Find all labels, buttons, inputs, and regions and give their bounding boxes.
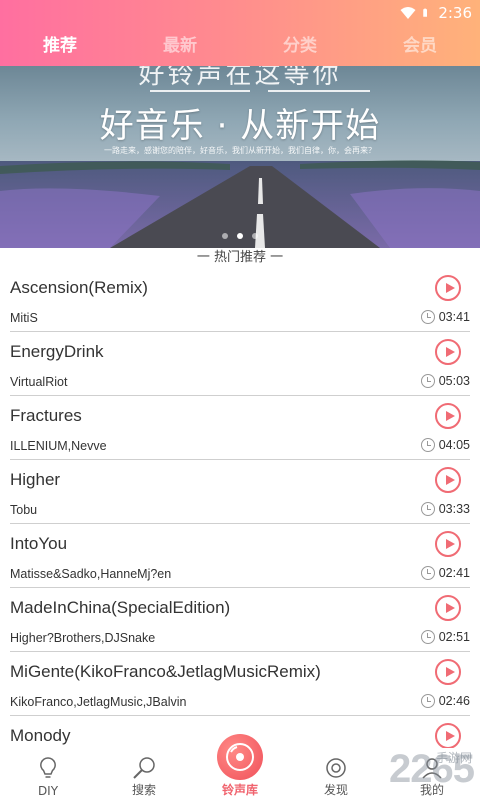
clock-icon: [420, 566, 435, 580]
play-button[interactable]: [435, 467, 461, 493]
play-button[interactable]: [435, 723, 461, 749]
watermark-logo: 2265 手游网: [389, 747, 475, 792]
duration-text: 03:41: [438, 310, 470, 324]
status-bar: 2:36: [0, 0, 480, 26]
carousel-dot-active[interactable]: [237, 233, 243, 239]
song-artist: Matisse&Sadko,HanneMj?en: [10, 567, 172, 581]
lightbulb-icon: [40, 757, 56, 778]
list-item[interactable]: MadeInChina(SpecialEdition) Higher?Broth…: [0, 588, 480, 652]
banner-top-text: 好铃声在这等你: [138, 66, 342, 90]
duration: 05:03: [420, 374, 470, 388]
play-button[interactable]: [435, 595, 461, 621]
duration-text: 03:33: [438, 502, 470, 516]
carousel-dot[interactable]: [252, 233, 258, 239]
duration: 02:46: [420, 694, 470, 708]
list-item[interactable]: Ascension(Remix) MitiS 03:41: [0, 268, 480, 332]
song-title: IntoYou: [10, 534, 68, 553]
status-time: 2:36: [438, 4, 472, 22]
nav-label: 发现: [323, 783, 348, 797]
song-artist: ILLENIUM,Nevve: [10, 439, 107, 453]
song-title: Ascension(Remix): [10, 278, 148, 297]
section-title-hot: 一 热门推荐 一: [196, 250, 284, 265]
banner-carousel[interactable]: 好铃声在这等你 好音乐 · 从新开始 一路走来，感谢您的陪伴，好音乐，我们从新开…: [0, 66, 480, 248]
song-title: Higher: [10, 470, 61, 489]
list-item[interactable]: Fractures ILLENIUM,Nevve 04:05: [0, 396, 480, 460]
carousel-indicator: [0, 233, 480, 239]
list-item[interactable]: EnergyDrink VirtualRiot 05:03: [0, 332, 480, 396]
duration: 03:33: [420, 502, 470, 516]
duration-text: 04:05: [438, 438, 470, 452]
song-title: Monody: [10, 726, 71, 745]
song-title: MiGente(KikoFranco&JetlagMusicRemix): [10, 662, 321, 681]
play-button[interactable]: [435, 531, 461, 557]
song-artist: Higher?Brothers,DJSnake: [10, 631, 156, 645]
banner-landscape-image: [0, 160, 480, 248]
nav-label: 铃声库: [221, 783, 258, 797]
duration-text: 02:41: [438, 566, 470, 580]
duration: 03:41: [420, 310, 470, 324]
duration: 04:05: [420, 438, 470, 452]
nav-item-diy[interactable]: DIY: [0, 748, 96, 800]
play-button[interactable]: [435, 403, 461, 429]
tab-category[interactable]: 分类: [240, 30, 360, 64]
search-icon: [133, 757, 155, 779]
duration-text: 02:46: [438, 694, 470, 708]
clock-icon: [420, 374, 435, 388]
duration-text: 02:51: [438, 630, 470, 644]
discover-icon: [326, 758, 346, 778]
watermark-sub: 手游网: [435, 751, 472, 765]
play-button[interactable]: [435, 659, 461, 685]
play-button[interactable]: [435, 339, 461, 365]
list-item[interactable]: Higher Tobu 03:33: [0, 460, 480, 524]
song-title: Fractures: [10, 406, 82, 425]
list-item[interactable]: IntoYou Matisse&Sadko,HanneMj?en 02:41: [0, 524, 480, 588]
banner-subtext: 一路走来，感谢您的陪伴，好音乐，我们从新开始，我们自律，你，会再来？: [104, 146, 376, 155]
nav-label: 搜索: [131, 783, 156, 797]
song-artist: VirtualRiot: [10, 375, 68, 389]
nav-item-search[interactable]: 搜索: [96, 748, 192, 800]
clock-icon: [420, 310, 435, 324]
header: 2:36 推荐 最新 分类 会员: [0, 0, 480, 68]
nav-label: DIY: [37, 784, 59, 798]
nav-item-discover[interactable]: 发现: [288, 748, 384, 800]
song-artist: Tobu: [10, 503, 38, 517]
banner-title: 好音乐 · 从新开始: [99, 106, 381, 146]
song-list: Ascension(Remix) MitiS 03:41 EnergyDrink…: [0, 268, 480, 780]
status-right: 2:36: [400, 3, 472, 23]
nav-item-ringtone-library[interactable]: 铃声库: [192, 734, 288, 800]
song-title: MadeInChina(SpecialEdition): [10, 598, 231, 617]
clock-icon: [420, 438, 435, 452]
play-button[interactable]: [435, 275, 461, 301]
wifi-icon: [400, 7, 416, 19]
banner-line-left: [150, 90, 250, 92]
disc-icon: [217, 734, 263, 780]
carousel-dot[interactable]: [222, 233, 228, 239]
song-artist: MitiS: [10, 311, 38, 325]
clock-icon: [420, 502, 435, 516]
clock-icon: [420, 630, 435, 644]
duration: 02:51: [420, 630, 470, 644]
song-artist: KikoFranco,JetlagMusic,JBalvin: [10, 695, 187, 709]
battery-icon: [423, 8, 428, 17]
banner-line-right: [268, 90, 370, 92]
duration-text: 05:03: [438, 374, 470, 388]
tab-latest[interactable]: 最新: [120, 30, 240, 64]
clock-icon: [420, 694, 435, 708]
tab-recommend[interactable]: 推荐: [0, 30, 120, 64]
duration: 02:41: [420, 566, 470, 580]
tab-vip[interactable]: 会员: [360, 30, 480, 64]
list-item[interactable]: MiGente(KikoFranco&JetlagMusicRemix) Kik…: [0, 652, 480, 716]
song-title: EnergyDrink: [10, 342, 104, 361]
top-tabs: 推荐 最新 分类 会员: [0, 30, 480, 64]
